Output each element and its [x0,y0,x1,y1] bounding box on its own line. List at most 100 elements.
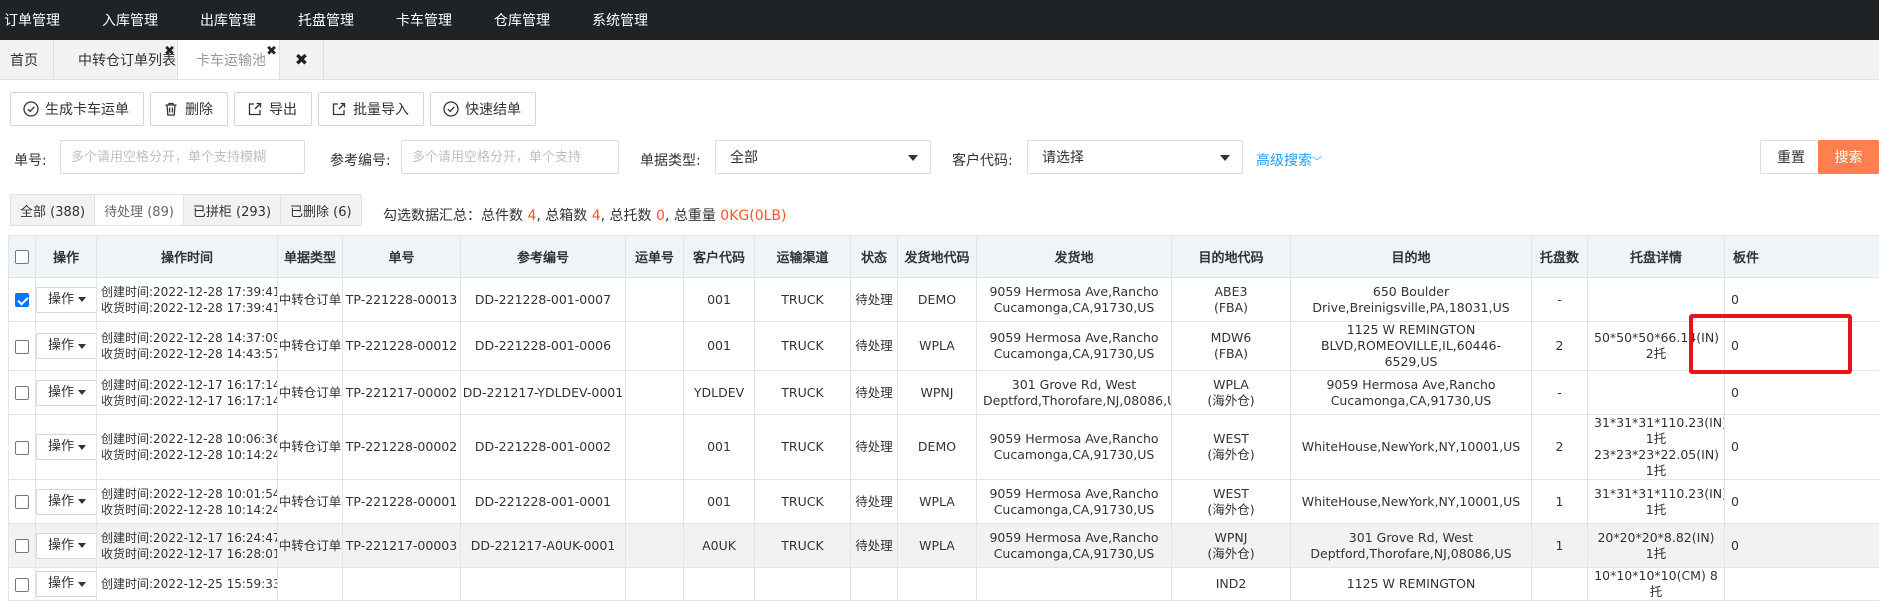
origin-code-cell: DEMO [898,278,977,322]
created-time: 创建时间:2022-12-17 16:24:47 [101,531,278,545]
row-checkbox[interactable] [15,340,29,354]
order-no-cell-text: TP-221228-00012 [346,338,457,353]
customer-code-cell: YDLDEV [684,371,755,415]
row-action-button[interactable]: 操作 [36,287,97,313]
order-no-label: 单号: [14,150,47,170]
column-header: 托盘数 [1532,236,1588,278]
dest-address-cell: WhiteHouse,NewYork,NY,10001,US [1291,480,1532,524]
dest-address: 1125 W REMINGTON BLVD,ROMEOVILLE,IL,6044… [1321,322,1501,369]
row-checkbox[interactable] [15,386,29,400]
pallet-detail-cell [1588,371,1725,415]
dest-code-cell: WPNJ(海外仓) [1172,524,1291,568]
dest-address-cell: 301 Grove Rd, West Deptford,Thorofare,NJ… [1291,524,1532,568]
status-tab-deleted[interactable]: 已删除 (6) [280,194,362,226]
doc-type-cell [278,568,343,601]
origin-address-cell-text: 9059 Hermosa Ave,Rancho Cucamonga,CA,917… [989,530,1158,561]
doc-type-select[interactable]: 全部 [715,140,931,174]
table-row[interactable]: 操作创建时间:2022-12-28 17:39:41收货时间:2022-12-2… [9,278,1879,322]
close-icon[interactable]: ✖ [164,44,175,59]
pallet-count-cell: 1 [1532,480,1588,524]
nav-system-mgmt[interactable]: 系统管理 [592,10,670,30]
row-checkbox[interactable] [15,495,29,509]
selection-summary: 勾选数据汇总：总件数 4, 总箱数 4, 总托数 0, 总重量 0KG(0LB) [383,205,786,225]
chevron-down-icon [1220,155,1230,161]
extra-cell: 0 [1725,415,1879,480]
dest-address-cell: 650 Boulder Drive,Breinigsville,PA,18031… [1291,278,1532,322]
pallet-detail: 20*20*20*8.82(IN) 1托 [1597,530,1714,561]
status-cell: 待处理 [851,480,898,524]
pallet-count: 1 [1556,494,1564,509]
select-all-header [9,236,36,278]
pallet-count: - [1557,385,1562,400]
status-tab-consolidated[interactable]: 已拼柜 (293) [183,194,281,226]
nav-truck-mgmt[interactable]: 卡车管理 [396,10,474,30]
select-all-checkbox[interactable] [15,250,29,264]
table-row[interactable]: 操作创建时间:2022-12-28 10:06:36收货时间:2022-12-2… [9,415,1879,480]
customer-code-cell-text: 001 [707,439,731,454]
reset-button[interactable]: 重置 [1760,140,1822,174]
pallet-count-cell: - [1532,371,1588,415]
tab-truck-pool[interactable]: 卡车运输池 ✖ [178,40,280,79]
tab-home[interactable]: 首页 [0,40,54,79]
row-action-button[interactable]: 操作 [36,333,97,359]
table-body: 操作创建时间:2022-12-28 17:39:41收货时间:2022-12-2… [9,278,1879,601]
ref-no-input[interactable] [401,140,619,174]
advanced-search-link[interactable]: 高级搜索﹀ [1256,150,1322,170]
row-action-button[interactable]: 操作 [36,571,97,597]
row-action-button[interactable]: 操作 [36,489,97,515]
generate-truck-waybill-button[interactable]: 生成卡车运单 [10,92,144,126]
status-tab-all[interactable]: 全部 (388) [10,194,95,226]
order-no-input[interactable] [60,140,305,174]
nav-outbound-mgmt[interactable]: 出库管理 [200,10,278,30]
page-tabs: 首页 中转仓订单列表 ✖ 卡车运输池 ✖ ✖ [0,40,1879,80]
check-circle-icon [23,101,39,117]
customer-code-cell-text: A0UK [702,538,736,553]
row-checkbox[interactable] [15,539,29,553]
customer-code-cell: 001 [684,322,755,371]
row-action-button[interactable]: 操作 [36,533,97,559]
trash-icon [163,101,179,117]
customer-code-cell-text: 001 [707,338,731,353]
select-cell [9,371,36,415]
row-checkbox[interactable] [15,293,29,307]
table-row[interactable]: 操作创建时间:2022-12-28 14:37:09收货时间:2022-12-2… [9,322,1879,371]
nav-inbound-mgmt[interactable]: 入库管理 [102,10,180,30]
nav-pallet-mgmt[interactable]: 托盘管理 [298,10,376,30]
order-no-cell-text: TP-221228-00001 [346,494,457,509]
row-action-button[interactable]: 操作 [36,380,97,406]
row-checkbox[interactable] [15,578,29,592]
order-no-cell-text: TP-221217-00003 [346,538,457,553]
batch-import-button[interactable]: 批量导入 [318,92,424,126]
received-time: 收货时间:2022-12-28 14:43:57 [101,347,278,361]
table-row[interactable]: 操作创建时间:2022-12-17 16:24:47收货时间:2022-12-1… [9,524,1879,568]
origin-address-cell: 9059 Hermosa Ave,Rancho Cucamonga,CA,917… [977,524,1172,568]
table-row[interactable]: 操作创建时间:2022-12-28 10:01:54收货时间:2022-12-2… [9,480,1879,524]
table-row[interactable]: 操作创建时间:2022-12-25 15:59:33IND21125 W REM… [9,568,1879,601]
channel-cell-text: TRUCK [781,292,823,307]
row-action-label: 操作 [48,576,74,592]
select-cell [9,415,36,480]
extra-value: 0 [1731,439,1739,454]
close-icon[interactable]: ✖ [266,44,277,59]
status-tab-pending[interactable]: 待处理 (89) [94,194,184,226]
order-no-cell: TP-221228-00013 [343,278,461,322]
column-header: 操作 [36,236,97,278]
customer-code-cell-text: 001 [707,292,731,307]
customer-code-select[interactable]: 请选择 [1027,140,1243,174]
close-all-tabs-button[interactable]: ✖ [280,40,324,79]
origin-code-cell-text: DEMO [918,439,956,454]
nav-warehouse-mgmt[interactable]: 仓库管理 [494,10,572,30]
summary-weight: 0KG(0LB) [720,208,786,224]
row-checkbox[interactable] [15,441,29,455]
table-row[interactable]: 操作创建时间:2022-12-17 16:17:14收货时间:2022-12-1… [9,371,1879,415]
search-button[interactable]: 搜索 [1818,140,1879,174]
tab-transfer-orders[interactable]: 中转仓订单列表 ✖ [54,40,178,79]
export-button[interactable]: 导出 [234,92,312,126]
nav-order-mgmt[interactable]: 订单管理 [4,10,82,30]
column-header: 操作时间 [97,236,278,278]
customer-code-cell [684,568,755,601]
delete-button[interactable]: 删除 [150,92,228,126]
dest-address-cell: 9059 Hermosa Ave,Rancho Cucamonga,CA,917… [1291,371,1532,415]
quick-close-button[interactable]: 快速结单 [430,92,536,126]
row-action-button[interactable]: 操作 [36,434,97,460]
